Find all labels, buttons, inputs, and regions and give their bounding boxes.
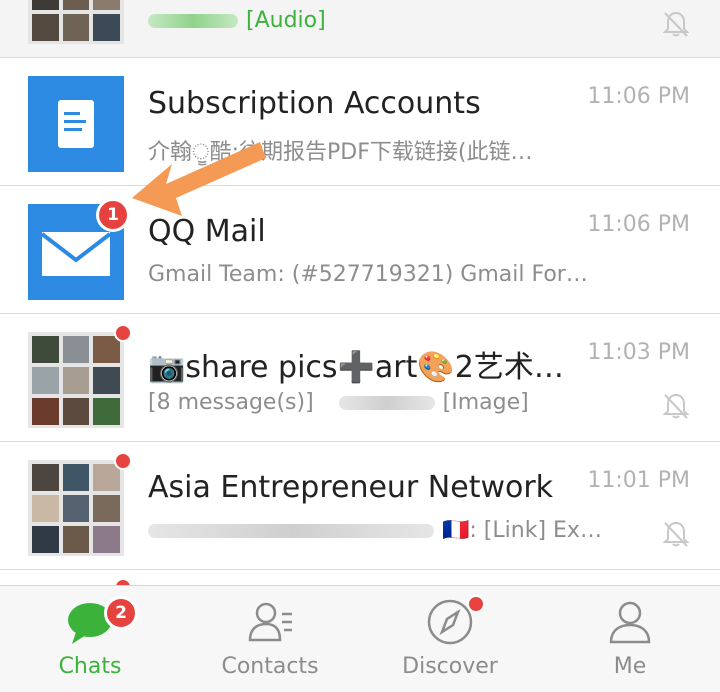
tab-label: Discover bbox=[402, 654, 498, 679]
blurred-sender bbox=[338, 396, 435, 410]
tab-contacts[interactable]: Contacts bbox=[180, 586, 360, 692]
tab-label: Contacts bbox=[221, 654, 319, 679]
unread-badge: 2 bbox=[104, 596, 138, 630]
person-icon bbox=[609, 601, 651, 644]
annotation-arrow-icon bbox=[132, 142, 266, 216]
subscription-avatar bbox=[28, 76, 124, 172]
blurred-sender bbox=[148, 14, 238, 28]
new-message-dot bbox=[114, 578, 132, 585]
group-avatar bbox=[28, 460, 124, 556]
new-message-dot bbox=[114, 452, 132, 470]
chat-name: Asia Entrepreneur Network bbox=[148, 470, 554, 505]
chat-row-asia-entrepreneur-network[interactable]: Asia Entrepreneur Network 11:01 PM 🇫🇷: [… bbox=[0, 442, 720, 570]
mute-bell-icon bbox=[662, 521, 690, 547]
image-preview-text: [Image] bbox=[442, 390, 529, 415]
chat-list: [Audio] Subscription Accounts 11:06 PM 介… bbox=[0, 0, 720, 585]
flag-icon: 🇫🇷 bbox=[442, 518, 470, 543]
chat-row-subscription-accounts[interactable]: Subscription Accounts 11:06 PM 介翰ੂ酷:往期报告… bbox=[0, 58, 720, 186]
chat-row-audio[interactable]: [Audio] bbox=[0, 0, 720, 58]
mute-bell-icon bbox=[662, 393, 690, 419]
bottom-tab-bar: 2 Chats Contacts Discover Me bbox=[0, 585, 720, 692]
chat-row-share-pics[interactable]: 📷share pics➕art🎨2艺术… 11:03 PM [8 message… bbox=[0, 314, 720, 442]
document-icon bbox=[58, 100, 94, 148]
tab-label: Me bbox=[613, 654, 647, 679]
audio-preview-text: [Audio] bbox=[246, 8, 326, 33]
group-avatar bbox=[28, 0, 124, 44]
message-count: [8 message(s)] bbox=[148, 390, 314, 415]
blurred-sender bbox=[148, 524, 434, 538]
tab-label: Chats bbox=[58, 654, 122, 679]
tab-discover[interactable]: Discover bbox=[360, 586, 540, 692]
tab-me[interactable]: Me bbox=[540, 586, 720, 692]
chat-preview: [Audio] bbox=[148, 8, 608, 33]
chat-preview: Gmail Team: (#527719321) Gmail For… bbox=[148, 262, 588, 287]
chat-time: 11:03 PM bbox=[587, 340, 690, 365]
chat-name: Subscription Accounts bbox=[148, 86, 481, 121]
tab-chats[interactable]: 2 Chats bbox=[0, 586, 180, 692]
chat-time: 11:06 PM bbox=[587, 212, 690, 237]
chat-name: 📷share pics➕art🎨2艺术… bbox=[148, 350, 564, 385]
new-content-dot bbox=[467, 595, 485, 613]
new-message-dot bbox=[114, 324, 132, 342]
chat-row-qq-mail[interactable]: 1 QQ Mail 11:06 PM Gmail Team: (#5277193… bbox=[0, 186, 720, 314]
chat-time: 11:06 PM bbox=[587, 84, 690, 109]
chat-preview: [8 message(s)] [Image] bbox=[148, 390, 608, 415]
group-avatar bbox=[28, 332, 124, 428]
contacts-icon bbox=[248, 602, 292, 642]
link-preview-text: : [Link] Ex… bbox=[469, 518, 602, 543]
mute-bell-icon bbox=[662, 11, 690, 37]
chat-time: 11:01 PM bbox=[587, 468, 690, 493]
chat-preview: 🇫🇷: [Link] Ex… bbox=[148, 518, 608, 543]
